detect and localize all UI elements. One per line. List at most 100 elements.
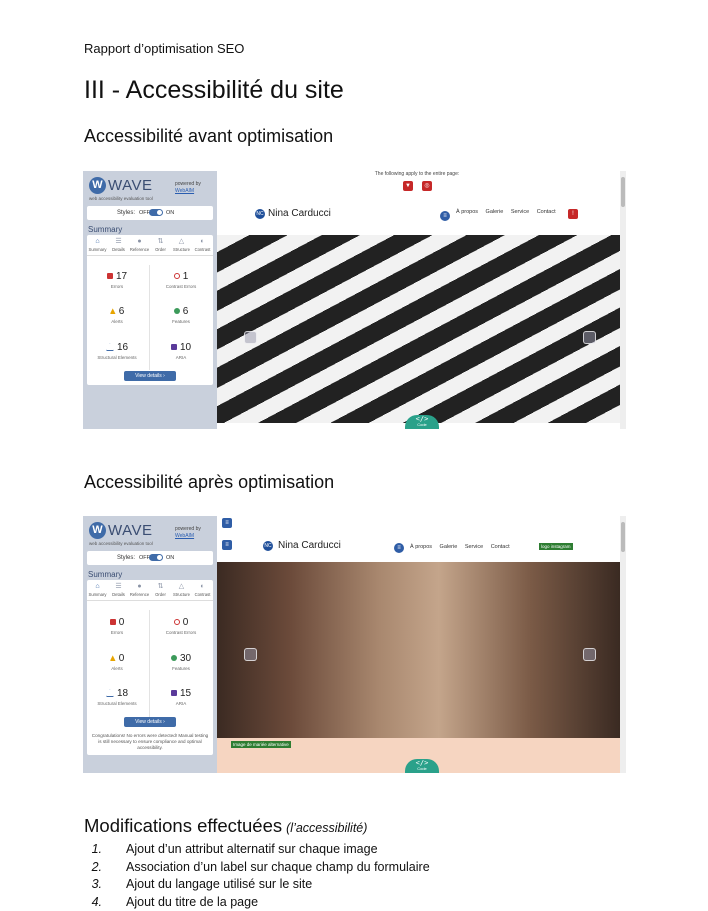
site-nav: À propos Galerie Service Contact xyxy=(410,544,516,550)
wave-name: WAVE xyxy=(108,522,153,539)
nav-gallery[interactable]: Galerie xyxy=(440,544,458,550)
powered-by: powered by WebAIM xyxy=(175,181,201,195)
tab-details[interactable]: ☰Details xyxy=(108,237,129,252)
wave-screenshot-before: W WAVE web accessibility evaluation tool… xyxy=(83,171,626,429)
site-logo-icon: NC xyxy=(255,209,265,219)
tab-order[interactable]: ⇅Order xyxy=(150,237,171,252)
tab-contrast[interactable]: ◐Contrast xyxy=(192,582,213,597)
metric-aria: 10 ARIA xyxy=(151,342,211,361)
nav-service[interactable]: Service xyxy=(465,544,483,550)
site-name: Nina Carducci xyxy=(278,540,341,551)
nav-contact[interactable]: Contact xyxy=(537,209,556,215)
wave-tagline: web accessibility evaluation tool xyxy=(89,196,153,201)
home-icon: ⌂ xyxy=(87,582,108,592)
tab-order[interactable]: ⇅Order xyxy=(150,582,171,597)
metric-contrast-errors: 0 Contrast Errors xyxy=(151,617,211,636)
styles-toggle[interactable] xyxy=(149,209,163,216)
section-title: III - Accessibilité du site xyxy=(84,76,344,105)
tab-reference[interactable]: ●Reference xyxy=(129,582,150,597)
hero-image-crosswalk xyxy=(217,235,620,423)
contrast-icon: ◐ xyxy=(192,237,213,247)
wave-tabs: ⌂Summary ☰Details ●Reference ⇅Order △Str… xyxy=(87,237,213,256)
tab-summary[interactable]: ⌂Summary xyxy=(87,582,108,597)
nav-service[interactable]: Service xyxy=(511,209,529,215)
nav-about[interactable]: À propos xyxy=(456,209,478,215)
styles-label: Styles: xyxy=(117,555,135,561)
tab-reference[interactable]: ●Reference xyxy=(129,237,150,252)
wave-brand: W WAVE web accessibility evaluation tool… xyxy=(87,520,213,550)
metric-alerts: 0 Alerts xyxy=(87,653,147,672)
styles-toggle[interactable] xyxy=(149,554,163,561)
styles-on: ON xyxy=(166,210,174,216)
scrollbar[interactable] xyxy=(620,171,626,429)
metric-alerts: 6 Alerts xyxy=(87,306,147,325)
applies-text: The following apply to the entire page: xyxy=(217,171,617,177)
metric-features: 30 Features xyxy=(151,653,211,672)
contrast-icon: ◐ xyxy=(192,582,213,592)
wave-screenshot-after: W WAVE web accessibility evaluation tool… xyxy=(83,516,626,773)
contrast-badge[interactable]: ◎ xyxy=(422,181,432,191)
nav-gallery[interactable]: Galerie xyxy=(486,209,504,215)
doc-badge-icon[interactable]: ≡ xyxy=(222,540,232,550)
camera-icon xyxy=(244,331,257,344)
tab-structure[interactable]: △Structure xyxy=(171,582,192,597)
wave-sidebar: W WAVE web accessibility evaluation tool… xyxy=(83,171,217,429)
code-toggle[interactable]: </>Code xyxy=(405,759,439,773)
code-toggle[interactable]: </>Code xyxy=(405,415,439,429)
modifications-title-text: Modifications effectuées xyxy=(84,815,282,836)
camera-icon xyxy=(583,648,596,661)
site-preview: The following apply to the entire page: … xyxy=(217,171,626,429)
site-preview: ≡ ≡ NC Nina Carducci ≡ À propos Galerie … xyxy=(217,516,626,773)
metric-structural: 18 Structural Elements xyxy=(87,688,147,707)
list-item: 4.Ajout du titre de la page xyxy=(108,894,430,911)
modifications-list: 1.Ajout d’un attribut alternatif sur cha… xyxy=(108,841,430,911)
image-alt-tag: Image de mariée alternative xyxy=(231,741,291,748)
modifications-title: Modifications effectuées(l’accessibilité… xyxy=(84,815,367,837)
view-details-button[interactable]: View details › xyxy=(124,371,176,381)
list-badge-icon[interactable]: ≡ xyxy=(440,211,450,221)
doc-badge-icon[interactable]: ≡ xyxy=(222,518,232,528)
list-badge-icon[interactable]: ≡ xyxy=(394,543,404,553)
tab-summary[interactable]: ⌂Summary xyxy=(87,237,108,252)
scrollbar[interactable] xyxy=(620,516,626,773)
summary-card: ⌂Summary ☰Details ●Reference ⇅Order △Str… xyxy=(87,235,213,385)
contrast-error-icon xyxy=(174,273,180,279)
tab-structure[interactable]: △Structure xyxy=(171,237,192,252)
metric-structural: 16 Structural Elements xyxy=(87,342,147,361)
metric-errors: 0 Errors xyxy=(87,617,147,636)
structure-icon: △ xyxy=(171,582,192,592)
nav-contact[interactable]: Contact xyxy=(491,544,510,550)
webaim-link[interactable]: WebAIM xyxy=(175,533,194,539)
view-details-button[interactable]: View details › xyxy=(124,717,176,727)
metric-divider xyxy=(149,265,150,370)
info-icon: ● xyxy=(129,582,150,592)
feature-icon xyxy=(174,308,180,314)
congrats-message: Congratulations! No errors were detected… xyxy=(91,733,209,751)
structure-icon xyxy=(106,343,114,351)
styles-toggle-row: Styles: OFF ON xyxy=(87,206,213,220)
aria-icon xyxy=(171,690,177,696)
summary-title: Summary xyxy=(88,225,122,234)
styles-toggle-row: Styles: OFF ON xyxy=(87,551,213,565)
list-item: 1.Ajout d’un attribut alternatif sur cha… xyxy=(108,841,430,859)
metric-aria: 15 ARIA xyxy=(151,688,211,707)
instagram-error-badge[interactable]: ! xyxy=(568,209,578,219)
powered-by-text: powered by xyxy=(175,181,201,187)
feature-icon xyxy=(171,655,177,661)
list-item: 2.Association d’un label sur chaque cham… xyxy=(108,859,430,877)
camera-icon xyxy=(583,331,596,344)
list-item: 3.Ajout du langage utilisé sur le site xyxy=(108,876,430,894)
metric-divider xyxy=(149,610,150,720)
camera-icon xyxy=(244,648,257,661)
wave-sidebar: W WAVE web accessibility evaluation tool… xyxy=(83,516,217,773)
site-nav: À propos Galerie Service Contact xyxy=(456,209,562,215)
powered-by: powered by WebAIM xyxy=(175,526,201,540)
webaim-link[interactable]: WebAIM xyxy=(175,188,194,194)
info-icon: ● xyxy=(129,237,150,247)
nav-about[interactable]: À propos xyxy=(410,544,432,550)
tab-contrast[interactable]: ◐Contrast xyxy=(192,237,213,252)
tab-details[interactable]: ☰Details xyxy=(108,582,129,597)
after-title: Accessibilité après optimisation xyxy=(84,472,334,493)
order-icon: ⇅ xyxy=(150,237,171,247)
error-badge[interactable]: ▼ xyxy=(403,181,413,191)
